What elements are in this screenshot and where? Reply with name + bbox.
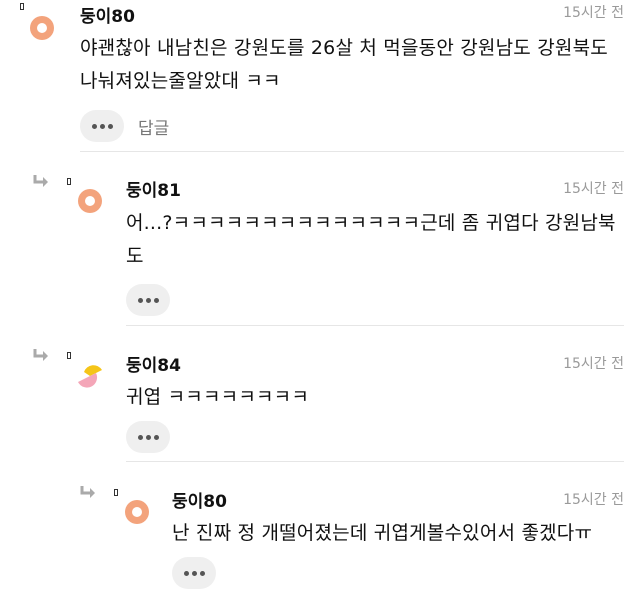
avatar[interactable]: [78, 189, 102, 213]
more-icon: [183, 570, 189, 576]
marker-icon: [67, 178, 71, 185]
comment-time: 15시간 전: [563, 5, 624, 21]
marker-icon: [67, 352, 71, 359]
more-button[interactable]: [126, 421, 170, 453]
more-button[interactable]: [172, 557, 216, 589]
reply-arrow-icon: [33, 175, 48, 187]
reply-arrow-icon: [80, 486, 95, 498]
more-icon: [91, 123, 97, 129]
divider: [126, 461, 624, 462]
comment-nickname[interactable]: 둥이80: [172, 487, 227, 512]
comment-text: 난 진짜 정 개떨어졌는데 귀엽게볼수있어서 좋겠다ㅠ: [172, 522, 593, 544]
divider: [126, 325, 624, 326]
comment-text: 야괜찮아 내남친은 강원도를 26살 처 먹을동안 강원남도 강원북도 나눠져있…: [80, 37, 608, 92]
comment-nickname[interactable]: 둥이84: [126, 351, 181, 376]
marker-icon: [20, 3, 24, 10]
comment-nickname[interactable]: 둥이81: [126, 176, 181, 201]
comment-text: 귀엽 ㅋㅋㅋㅋㅋㅋㅋㅋ: [126, 386, 310, 408]
avatar[interactable]: [125, 500, 149, 524]
comment-nickname[interactable]: 둥이80: [80, 2, 135, 27]
comment-time: 15시간 전: [563, 356, 624, 372]
more-icon: [137, 297, 143, 303]
avatar[interactable]: [30, 16, 54, 40]
comment-time: 15시간 전: [563, 492, 624, 508]
avatar[interactable]: [76, 360, 104, 390]
reply-arrow-icon: [33, 349, 48, 361]
comment-time: 15시간 전: [563, 181, 624, 197]
comment-text: 어...?ㅋㅋㅋㅋㅋㅋㅋㅋㅋㅋㅋㅋㅋㅋ근데 좀 귀엽다 강원남북도: [126, 212, 616, 267]
more-button[interactable]: [126, 284, 170, 316]
divider: [80, 151, 624, 152]
reply-button[interactable]: 답글: [138, 114, 169, 139]
more-button[interactable]: [80, 110, 124, 142]
more-icon: [137, 434, 143, 440]
marker-icon: [114, 489, 118, 496]
